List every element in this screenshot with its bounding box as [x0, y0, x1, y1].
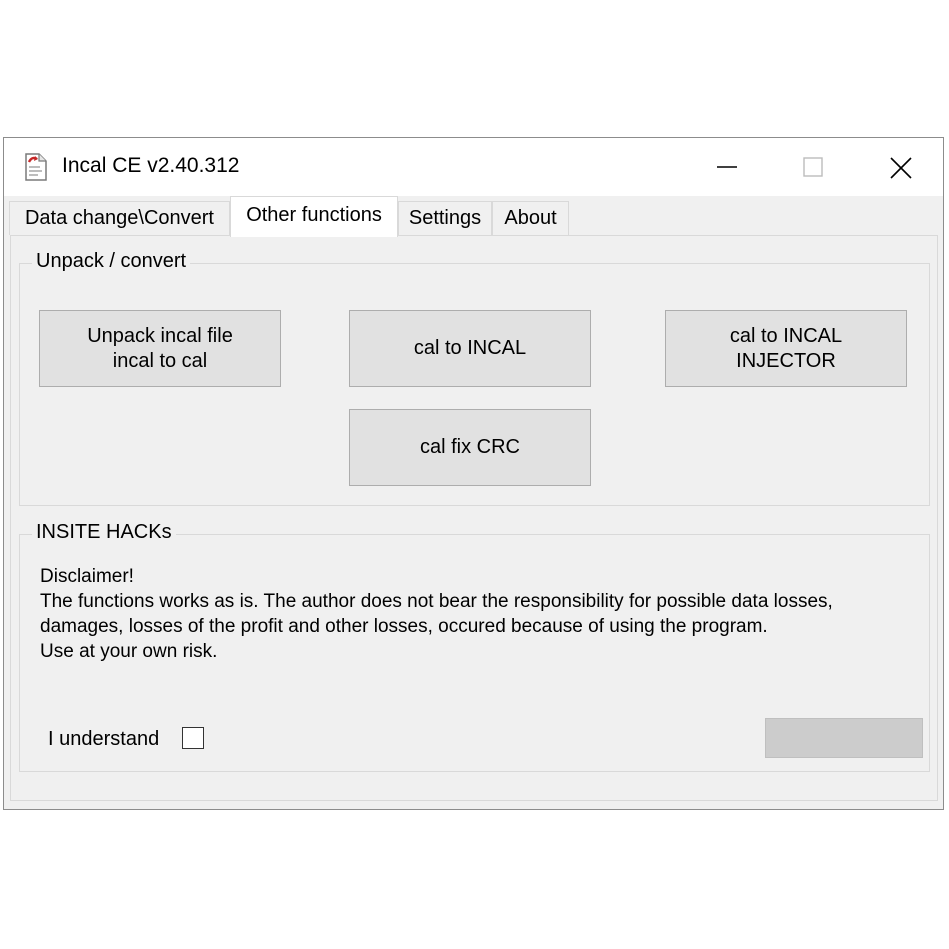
- button-label: cal to INCAL: [413, 337, 527, 359]
- button-label: INJECTOR: [736, 349, 836, 372]
- document-icon: [24, 152, 48, 182]
- tab-strip: Data change\Convert Other functions Sett…: [4, 196, 943, 237]
- tab-about[interactable]: About: [492, 201, 569, 235]
- maximize-icon: [803, 157, 823, 177]
- unpack-incal-button[interactable]: Unpack incal file incal to cal: [39, 310, 281, 387]
- understand-checkbox[interactable]: [182, 727, 204, 749]
- cal-to-incal-button[interactable]: cal to INCAL: [349, 310, 591, 387]
- group-title: INSITE HACKs: [32, 521, 176, 544]
- button-label: Unpack incal file: [87, 324, 233, 347]
- tab-settings[interactable]: Settings: [398, 201, 492, 235]
- insite-hacks-group: INSITE HACKs Disclaimer! The functions w…: [19, 521, 930, 772]
- insite-action-button[interactable]: [765, 718, 923, 758]
- tab-data-change-convert[interactable]: Data change\Convert: [9, 201, 230, 235]
- button-label: incal to cal: [112, 349, 208, 372]
- minimize-icon: [717, 166, 737, 168]
- disclaimer-line: damages, losses of the profit and other …: [40, 616, 768, 637]
- disclaimer-line: Use at your own risk.: [40, 641, 218, 662]
- cal-to-incal-injector-button[interactable]: cal to INCAL INJECTOR: [665, 310, 907, 387]
- tab-other-functions[interactable]: Other functions: [230, 196, 398, 237]
- close-button[interactable]: [857, 138, 943, 196]
- group-title: Unpack / convert: [32, 250, 191, 273]
- window-title: Incal CE v2.40.312: [62, 154, 240, 177]
- minimize-button[interactable]: [684, 138, 770, 196]
- cal-fix-crc-button[interactable]: cal fix CRC: [349, 409, 591, 486]
- app-window: Incal CE v2.40.312 Data change\Convert O…: [3, 137, 944, 810]
- disclaimer-text: Disclaimer! The functions works as is. T…: [40, 564, 833, 664]
- button-label: cal to INCAL: [729, 324, 843, 347]
- tab-page-other-functions: Unpack / convert Unpack incal file incal…: [10, 235, 938, 801]
- disclaimer-line: The functions works as is. The author do…: [40, 591, 833, 612]
- understand-label: I understand: [48, 728, 160, 750]
- close-icon: [890, 157, 912, 179]
- unpack-convert-group: Unpack / convert Unpack incal file incal…: [19, 250, 930, 506]
- title-bar[interactable]: Incal CE v2.40.312: [4, 138, 943, 196]
- disclaimer-line: Disclaimer!: [40, 566, 134, 587]
- maximize-button[interactable]: [770, 138, 856, 196]
- button-label: cal fix CRC: [419, 436, 520, 458]
